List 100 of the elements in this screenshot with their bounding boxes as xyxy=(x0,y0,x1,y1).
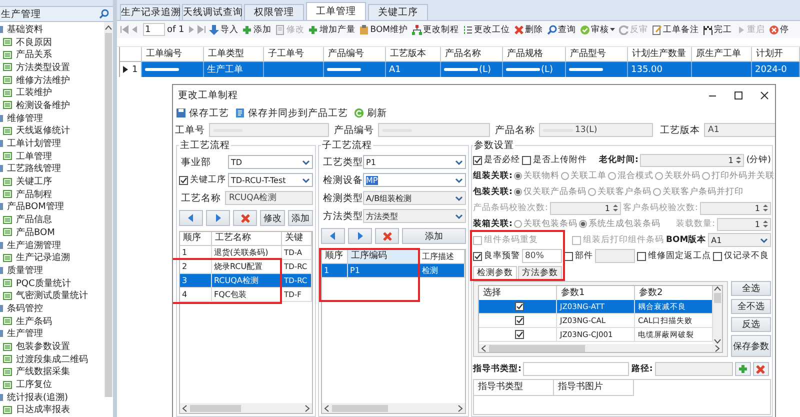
toolbar-button[interactable]: 查询 xyxy=(546,24,577,36)
tab[interactable]: 关键工序 xyxy=(368,4,428,20)
toolbar-button[interactable]: 停 xyxy=(768,24,790,36)
text-field[interactable]: 13(L) xyxy=(539,123,653,137)
tree-item[interactable]: 不良原因 xyxy=(0,36,104,48)
column-header[interactable]: 子工单号 xyxy=(264,47,324,62)
radio-button[interactable]: 关联物料 xyxy=(514,170,560,182)
tree-group[interactable]: 统计报表(追溯) xyxy=(0,390,104,404)
spin-box[interactable]: 1 xyxy=(717,218,771,230)
column-header[interactable]: 产品规格 xyxy=(503,47,566,62)
checkbox[interactable] xyxy=(514,302,524,311)
radio-button[interactable]: 关联工单 xyxy=(561,170,606,182)
column-header[interactable]: 工单编号 xyxy=(142,47,204,62)
radio-button[interactable]: 系统生成包装条码 xyxy=(579,218,660,230)
tree-item[interactable]: 关键工序 xyxy=(0,175,104,188)
button[interactable]: 添加 xyxy=(288,210,313,226)
tree-item[interactable]: PQC质量统计 xyxy=(0,276,104,290)
radio-button[interactable]: 仅关联产品条码 xyxy=(514,186,586,198)
tree-item[interactable]: 包装参数设置 xyxy=(0,340,104,353)
spin-box[interactable]: 1 xyxy=(700,202,771,214)
tree-group[interactable]: 条码管控 xyxy=(0,302,104,315)
radio-button[interactable]: 打印外码并关联 xyxy=(702,170,774,182)
add-button[interactable] xyxy=(734,362,751,376)
toolbar-button[interactable]: 更改工位 xyxy=(462,24,511,36)
delete-button[interactable] xyxy=(752,362,769,376)
column-header[interactable]: 指导书图片 xyxy=(554,380,634,396)
tab[interactable]: 方法参数 xyxy=(518,266,562,279)
search-icon[interactable] xyxy=(99,9,109,19)
button[interactable]: 全选 xyxy=(731,281,771,296)
toolbar-button[interactable]: 删除 xyxy=(512,24,544,36)
scroll-thumb[interactable] xyxy=(714,293,721,303)
tree-item[interactable]: 维修方法维护 xyxy=(0,74,104,86)
column-header[interactable]: 顺序 xyxy=(180,232,212,246)
toolbar-button[interactable]: 添加 xyxy=(241,24,272,36)
previous-button[interactable] xyxy=(321,228,345,244)
text-field[interactable]: A1 xyxy=(704,123,775,137)
checkbox[interactable]: 维修固定返工点 xyxy=(637,250,711,262)
dropdown[interactable]: TD xyxy=(228,155,313,169)
column-header[interactable]: 指导书类型 xyxy=(474,380,554,396)
radio-button[interactable]: 关联客户条码并打印 xyxy=(653,186,744,198)
tree-group[interactable]: 基础资料 xyxy=(0,23,104,36)
text-field[interactable] xyxy=(523,362,630,376)
radio-button[interactable]: 关联包装条码 xyxy=(514,218,578,230)
tree-item[interactable]: 日达成率报表 xyxy=(0,404,104,416)
next-button[interactable] xyxy=(348,228,372,244)
tab[interactable]: 工单管理 xyxy=(306,2,366,20)
column-header[interactable]: 产品编号 xyxy=(324,47,386,62)
toolbar-button[interactable]: 工单备注 xyxy=(650,24,700,36)
dropdown[interactable]: TD-RCU-T-Test xyxy=(228,173,313,187)
scrollbar[interactable] xyxy=(713,286,722,344)
checkbox[interactable] xyxy=(514,316,524,325)
next-button[interactable] xyxy=(206,210,230,226)
text-field[interactable] xyxy=(654,362,733,376)
checkbox[interactable]: 部件 xyxy=(564,250,593,262)
text-field[interactable]: 80% xyxy=(522,249,562,263)
scrollbar[interactable] xyxy=(479,344,722,352)
tree-group[interactable]: 工单计划管理 xyxy=(0,137,104,150)
button[interactable]: 反选 xyxy=(731,317,771,332)
column-header[interactable]: 工单类型 xyxy=(204,47,264,62)
button[interactable]: 全不选 xyxy=(731,299,771,314)
column-header[interactable]: 工艺版本 xyxy=(386,47,441,62)
toolbar-button[interactable]: 刷新 xyxy=(354,106,387,120)
toolbar-button[interactable]: 保存工艺 xyxy=(176,106,229,120)
spin-box[interactable]: 1 xyxy=(550,202,621,214)
tree-item[interactable]: 过渡段集成二维码 xyxy=(0,352,104,366)
toolbar-button[interactable]: 完工 xyxy=(702,24,733,36)
checkbox[interactable]: 仅记录不良 xyxy=(713,250,769,262)
tab[interactable]: 检测参数 xyxy=(473,266,517,279)
radio-button[interactable]: 关联外码 xyxy=(655,170,700,182)
scrollbar[interactable] xyxy=(180,403,312,413)
toolbar-button[interactable]: 增加产量 xyxy=(307,24,356,36)
tree-group[interactable]: 产品BOM管理 xyxy=(0,200,104,214)
page-field[interactable]: 1 xyxy=(143,23,165,36)
scrollbar[interactable] xyxy=(104,22,113,397)
table-row[interactable]: 1 P1 检测 xyxy=(322,264,465,278)
tree-item[interactable]: 产品BOM xyxy=(0,226,104,239)
tab[interactable]: 天线调试查询 xyxy=(182,4,242,20)
close-icon[interactable] xyxy=(760,90,769,100)
delete-button[interactable] xyxy=(375,228,399,244)
caret-icon[interactable] xyxy=(759,236,769,244)
checkbox[interactable] xyxy=(514,330,524,339)
button[interactable]: 保存参数 xyxy=(731,335,771,357)
radio-button[interactable]: 关联客户条码 xyxy=(588,186,652,198)
tree-item[interactable]: 产品关系 xyxy=(0,48,104,62)
maximize-icon[interactable] xyxy=(734,90,743,100)
tree-item[interactable]: 工单管理 xyxy=(0,150,104,163)
tab[interactable]: 生产记录追溯 xyxy=(120,4,180,20)
text-field[interactable] xyxy=(378,123,490,137)
tree-item[interactable]: 生产条码 xyxy=(0,314,104,328)
toolbar-button[interactable]: 审核 xyxy=(578,24,616,36)
tab[interactable]: 权限管理 xyxy=(244,4,304,20)
tree-item[interactable]: 生产记录追溯 xyxy=(0,251,104,264)
tree-group[interactable]: 生产管理 xyxy=(0,328,104,340)
dropdown[interactable]: MP xyxy=(363,173,466,187)
dropdown[interactable]: A1 xyxy=(708,233,771,247)
toolbar-button[interactable]: BOM维护 xyxy=(358,24,409,36)
column-header[interactable]: 计划开 xyxy=(752,47,800,62)
column-header[interactable]: 关键 xyxy=(282,232,312,246)
text-field[interactable] xyxy=(595,249,635,263)
tree-item[interactable]: 气密测试质量统计 xyxy=(0,289,104,302)
